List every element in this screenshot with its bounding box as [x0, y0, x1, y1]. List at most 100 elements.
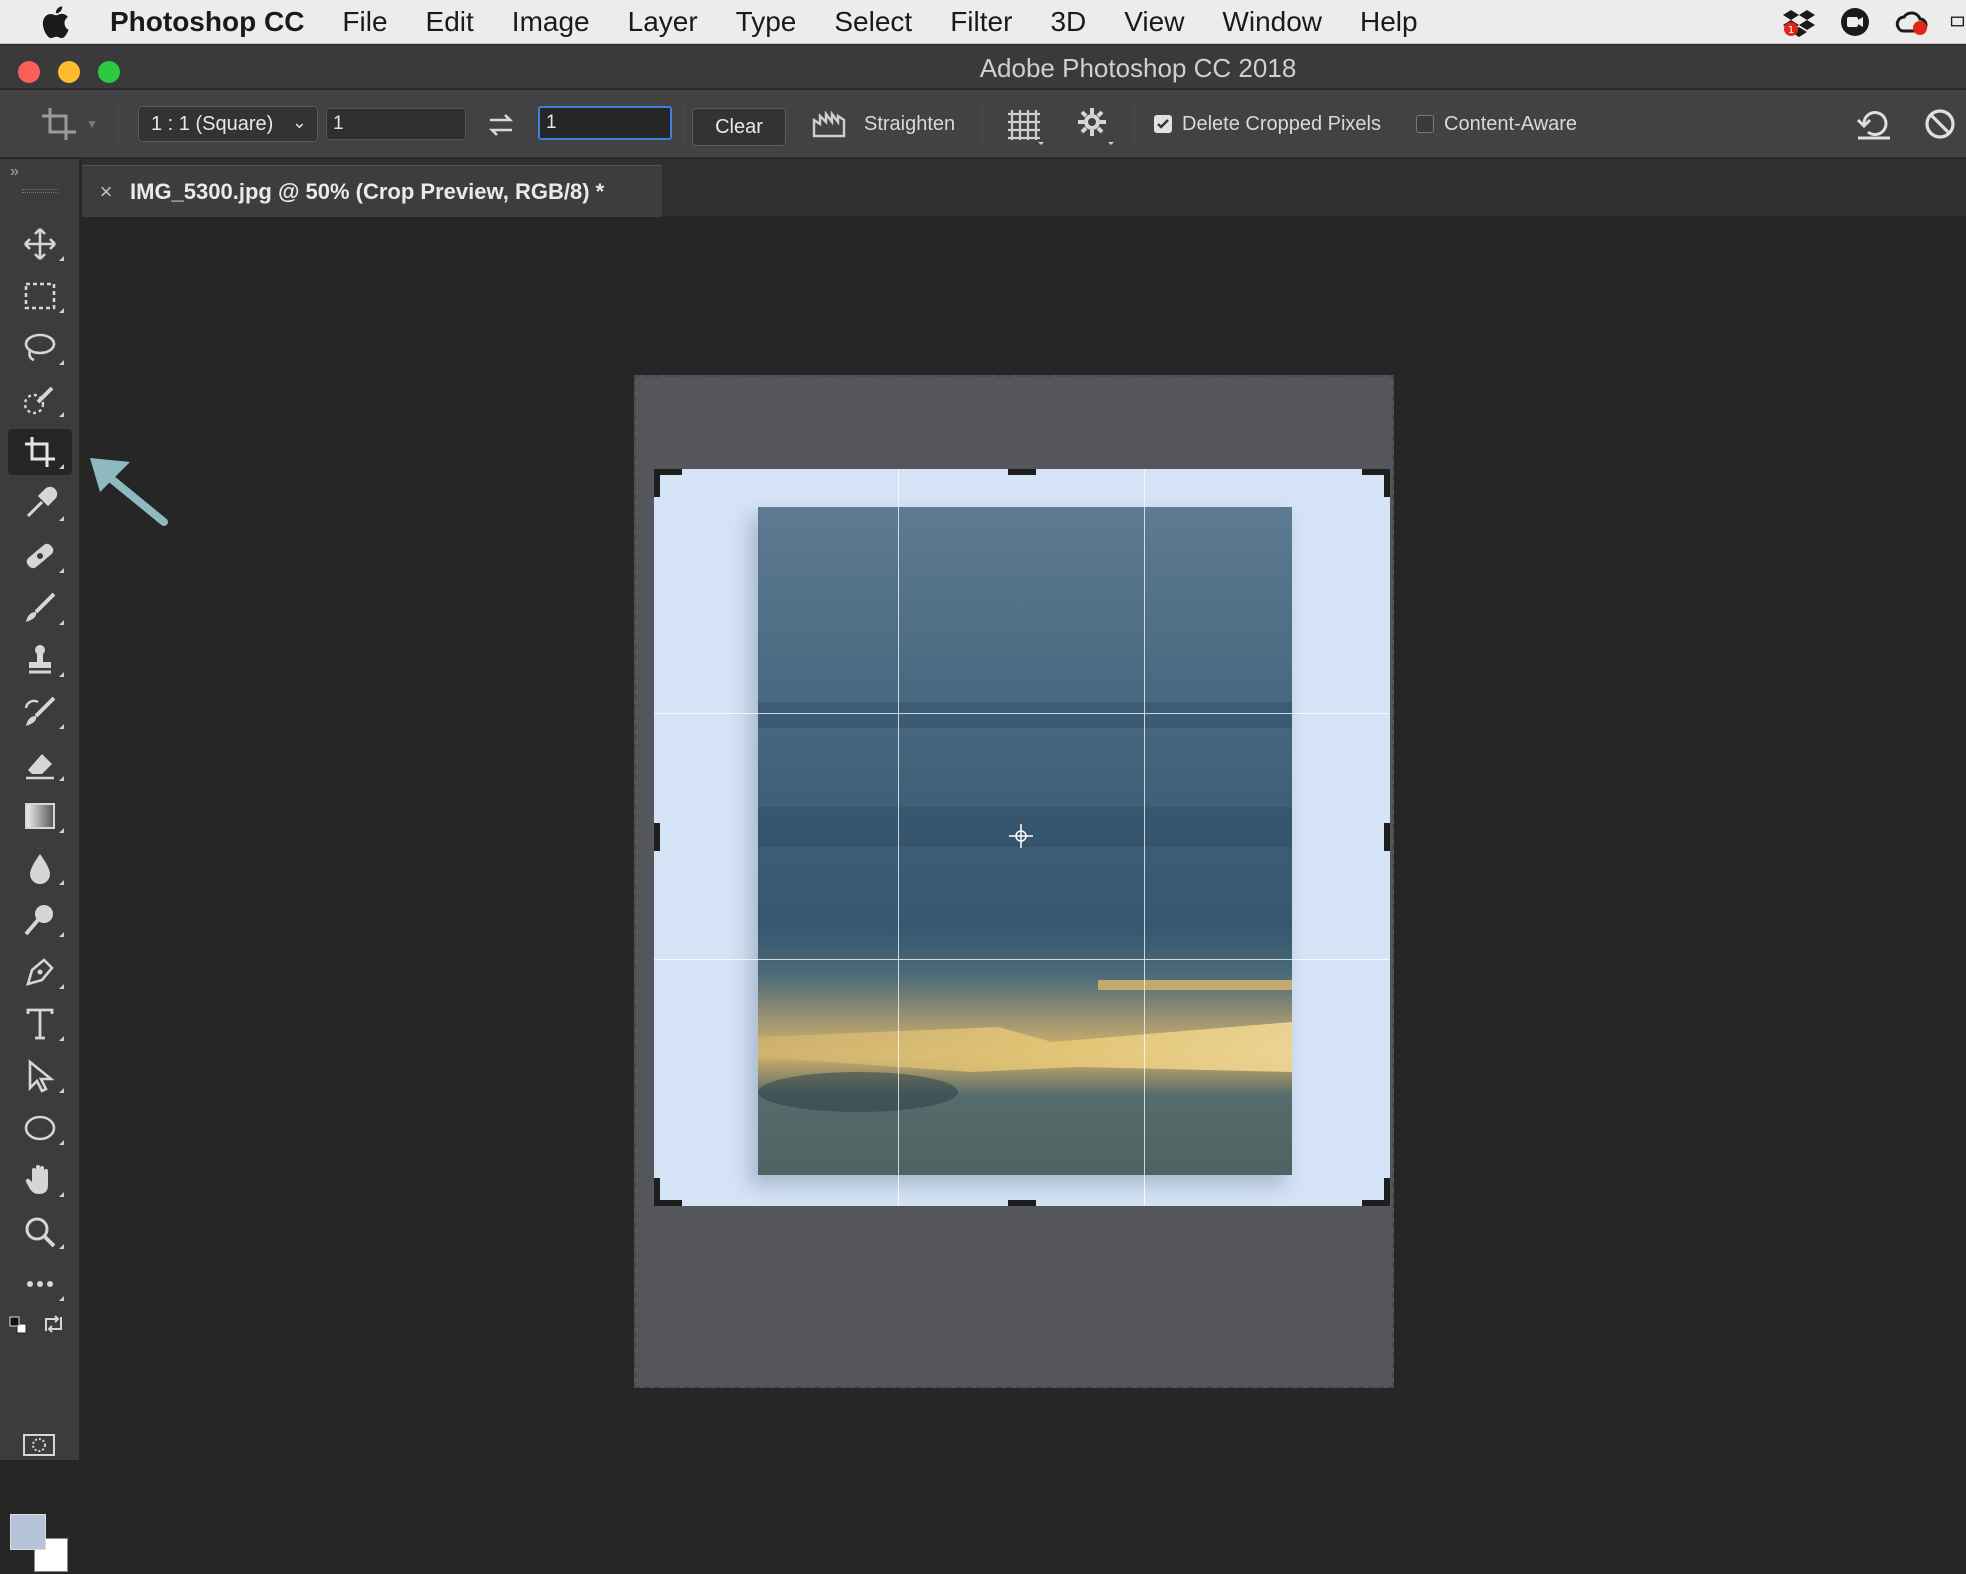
foreground-color-swatch[interactable] [10, 1514, 46, 1550]
crop-grid-line [1144, 469, 1145, 1206]
menu-filter[interactable]: Filter [950, 6, 1012, 38]
document-tab[interactable]: × IMG_5300.jpg @ 50% (Crop Preview, RGB/… [82, 165, 662, 217]
crop-settings-button[interactable] [1074, 104, 1116, 146]
straighten-button[interactable]: Straighten [810, 104, 955, 144]
content-aware-label: Content-Aware [1444, 112, 1578, 135]
type-tool[interactable] [8, 1001, 72, 1047]
more-tools[interactable] [8, 1261, 72, 1307]
reset-crop-button[interactable] [1854, 106, 1894, 142]
camera-icon[interactable] [1838, 7, 1872, 37]
level-icon [812, 110, 846, 138]
eraser-tool[interactable] [8, 741, 72, 787]
chevron-down-icon: ⌄ [291, 112, 307, 132]
history-brush-tool[interactable] [8, 689, 72, 735]
healing-brush-tool[interactable] [8, 533, 72, 579]
move-icon [24, 228, 56, 260]
lasso-icon [24, 333, 56, 362]
divider [1134, 104, 1135, 144]
panel-grip[interactable] [22, 189, 58, 193]
delete-cropped-pixels-toggle[interactable]: Delete Cropped Pixels [1154, 110, 1381, 138]
crop-area[interactable] [654, 469, 1390, 1206]
hand-tool[interactable] [8, 1157, 72, 1203]
aspect-ratio-value: 1 : 1 (Square) [151, 112, 274, 135]
quick-mask-button[interactable] [22, 1433, 56, 1457]
aspect-ratio-select[interactable]: 1 : 1 (Square) ⌄ [138, 106, 318, 142]
menu-edit[interactable]: Edit [426, 6, 474, 38]
content-aware-toggle[interactable]: Content-Aware [1416, 110, 1577, 138]
zoom-tool[interactable] [8, 1209, 72, 1255]
gradient-tool[interactable] [8, 793, 72, 839]
menu-bar: Photoshop CC File Edit Image Layer Type … [0, 0, 1966, 44]
cancel-crop-button[interactable] [1922, 106, 1958, 142]
eraser-icon [26, 754, 54, 780]
crop-handle-bottom[interactable] [1008, 1200, 1036, 1206]
clear-button[interactable]: Clear [692, 108, 786, 146]
crop-handle-left[interactable] [654, 823, 660, 851]
blur-tool[interactable] [8, 845, 72, 891]
eyedropper-tool[interactable] [8, 481, 72, 527]
eyedropper-icon [26, 486, 58, 518]
menu-view[interactable]: View [1124, 6, 1184, 38]
move-tool[interactable] [8, 221, 72, 267]
menu-layer[interactable]: Layer [628, 6, 698, 38]
quick-mask-icon [23, 1434, 55, 1456]
crop-handle-top-right[interactable] [1384, 469, 1390, 497]
content-aware-checkbox[interactable] [1416, 115, 1434, 133]
window-title-bar: Adobe Photoshop CC 2018 [0, 45, 1966, 89]
brush-tool[interactable] [8, 585, 72, 631]
ratio-width-input[interactable]: 1 [326, 108, 466, 140]
pen-tool[interactable] [8, 949, 72, 995]
quick-selection-tool[interactable] [8, 377, 72, 423]
apple-icon [42, 5, 69, 38]
crop-handle-right[interactable] [1384, 823, 1390, 851]
menu-file[interactable]: File [342, 6, 387, 38]
swap-arrows-icon [488, 114, 514, 136]
pen-icon [26, 958, 54, 986]
menu-3d[interactable]: 3D [1050, 6, 1086, 38]
app-name-menu[interactable]: Photoshop CC [110, 6, 304, 38]
reset-arrow-icon [1856, 111, 1890, 140]
options-bar: ▼ 1 : 1 (Square) ⌄ 1 1 Clear Straighten … [0, 90, 1966, 158]
crop-tool[interactable] [8, 429, 72, 475]
creative-cloud-icon[interactable] [1894, 7, 1928, 37]
clone-stamp-tool[interactable] [8, 637, 72, 683]
chevron-down-icon: ▼ [86, 117, 98, 131]
lasso-tool[interactable] [8, 325, 72, 371]
collapse-panel-icon[interactable]: » [10, 163, 19, 181]
swap-ratio-button[interactable] [484, 110, 518, 140]
delete-cropped-label: Delete Cropped Pixels [1182, 112, 1381, 135]
crop-handle-top[interactable] [1008, 469, 1036, 475]
menu-type[interactable]: Type [736, 6, 797, 38]
crop-grid-line [654, 959, 1390, 960]
crop-handle-top-left[interactable] [654, 469, 660, 497]
menu-select[interactable]: Select [834, 6, 912, 38]
overlay-options-button[interactable] [1004, 104, 1046, 146]
crop-icon [25, 437, 55, 467]
display-icon[interactable] [1950, 7, 1966, 37]
menu-window[interactable]: Window [1222, 6, 1322, 38]
dodge-tool[interactable] [8, 897, 72, 943]
crop-grid-line [654, 713, 1390, 714]
checkmark-icon [1157, 119, 1169, 129]
dropbox-icon[interactable]: 1 [1782, 7, 1816, 37]
canvas-area[interactable] [82, 218, 1966, 1460]
ellipse-tool[interactable] [8, 1105, 72, 1151]
delete-cropped-checkbox[interactable] [1154, 115, 1172, 133]
menu-help[interactable]: Help [1360, 6, 1418, 38]
path-selection-tool[interactable] [8, 1053, 72, 1099]
marquee-tool[interactable] [8, 273, 72, 319]
ratio-height-input[interactable]: 1 [538, 106, 672, 140]
color-swatches [10, 1514, 70, 1574]
close-tab-icon[interactable]: × [82, 179, 130, 205]
menu-image[interactable]: Image [512, 6, 590, 38]
document-tab-bar: × IMG_5300.jpg @ 50% (Crop Preview, RGB/… [82, 159, 1966, 217]
default-colors-icon[interactable] [8, 1315, 28, 1335]
apple-menu[interactable] [0, 5, 110, 39]
tool-preset-picker[interactable]: ▼ [38, 104, 108, 144]
painting-stroke [758, 702, 1292, 728]
crop-handle-bottom-left[interactable] [654, 1178, 660, 1206]
swap-colors-icon[interactable] [42, 1313, 64, 1335]
straighten-label: Straighten [864, 112, 956, 135]
crop-grid-line [898, 469, 899, 1206]
crop-handle-bottom-right[interactable] [1384, 1178, 1390, 1206]
